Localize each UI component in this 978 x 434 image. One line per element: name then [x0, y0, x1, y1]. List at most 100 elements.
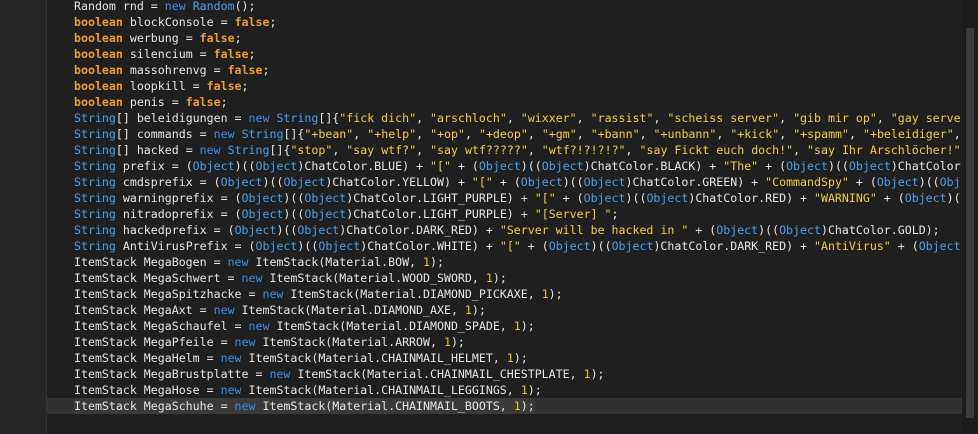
code-token: Object: [304, 191, 347, 205]
code-token: )ChatColor.GREEN) +: [625, 175, 766, 189]
code-token: "WARNING": [813, 191, 877, 205]
code-token: )((: [234, 159, 256, 173]
code-line[interactable]: 191String cmdsprefix = (Object)((Object)…: [46, 174, 962, 190]
code-token: Object: [255, 159, 298, 173]
code-line[interactable]: 201ItemStack MegaPfeile = new ItemStack(…: [46, 334, 962, 350]
line-text: String cmdsprefix = (Object)((Object)Cha…: [74, 174, 961, 190]
code-token: ItemStack MegaHelm =: [74, 351, 221, 365]
code-line[interactable]: 185boolean loopkill = false;: [46, 78, 962, 94]
code-line[interactable]: 192String warningprefix = (Object)((Obje…: [46, 190, 962, 206]
code-token: Object: [255, 239, 298, 253]
code-token: Object: [918, 239, 961, 253]
code-token: )((: [918, 175, 940, 189]
code-token: []{: [283, 127, 305, 141]
code-token: 1: [464, 303, 472, 317]
code-line[interactable]: 194String hackedprefix = (Object)((Objec…: [46, 222, 962, 238]
code-token: "CommandSpy": [765, 175, 849, 189]
code-token: );: [450, 335, 465, 349]
code-token: Object: [220, 175, 263, 189]
line-text: boolean massohrenvg = false;: [74, 62, 269, 78]
code-token: ItemStack MegaSchwert =: [74, 271, 242, 285]
code-line[interactable]: 181boolean blockConsole = false;: [46, 14, 962, 30]
line-text: ItemStack MegaPfeile = new ItemStack(Mat…: [74, 334, 465, 350]
code-token: new: [262, 287, 284, 301]
code-line[interactable]: 193String nitradoprefix = (Object)((Obje…: [46, 206, 962, 222]
code-line[interactable]: 202ItemStack MegaHelm = new ItemStack(Ma…: [46, 350, 962, 366]
code-token: )(: [946, 191, 961, 205]
code-token: penis =: [122, 95, 186, 109]
code-token: 1: [506, 351, 514, 365]
code-token: + (: [492, 175, 521, 189]
code-token: )ChatColor.LIGHT_PURPLE) +: [346, 207, 535, 221]
code-token: boolean: [74, 31, 123, 45]
code-line[interactable]: 180Random rnd = new Random();: [46, 0, 962, 14]
code-token: ItemStack MegaAxt =: [74, 303, 214, 317]
code-token: ItemStack(Material.DIAMOND_AXE,: [234, 303, 465, 317]
scrollbar-thumb[interactable]: [966, 28, 974, 418]
code-token: ,: [332, 143, 347, 157]
code-line[interactable]: 195String AntiVirusPrefix = (Object)((Ob…: [46, 238, 962, 254]
code-token: ItemStack(Material.ARROW,: [255, 335, 444, 349]
code-token: blockConsole =: [122, 15, 235, 29]
code-token: String: [74, 175, 116, 189]
code-token: hackedprefix = (: [115, 223, 235, 237]
code-token: "say Fickt euch doch!": [639, 143, 794, 157]
code-line[interactable]: 203ItemStack MegaBrustplatte = new ItemS…: [46, 366, 962, 382]
code-token: "stop": [290, 143, 333, 157]
line-text: String nitradoprefix = (Object)((Object)…: [74, 206, 619, 222]
code-line[interactable]: 205ItemStack MegaSchuhe = new ItemStack(…: [46, 398, 962, 414]
code-area[interactable]: 180Random rnd = new Random();181boolean …: [46, 0, 962, 434]
code-line[interactable]: 197ItemStack MegaSchwert = new ItemStack…: [46, 270, 962, 286]
line-text: ItemStack MegaBogen = new ItemStack(Mate…: [74, 254, 444, 270]
line-text: String prefix = (Object)((Object)ChatCol…: [74, 158, 961, 174]
code-line[interactable]: 186boolean penis = false;: [46, 94, 962, 110]
code-token: "say Ihr Arschlöcher!": [807, 143, 961, 157]
code-token: "[": [534, 191, 556, 205]
code-editor[interactable]: 180Random rnd = new Random();181boolean …: [0, 0, 978, 434]
code-token: );: [513, 351, 528, 365]
code-token: Object: [478, 159, 521, 173]
code-line[interactable]: 206: [46, 414, 962, 430]
code-line[interactable]: 200ItemStack MegaSchaufel = new ItemStac…: [46, 318, 962, 334]
code-token: Object: [304, 207, 347, 221]
code-token: nitradoprefix = (: [115, 207, 242, 221]
code-token: "+spamm": [793, 127, 850, 141]
code-token: "scheiss server": [667, 111, 780, 125]
code-token: boolean: [74, 63, 123, 77]
code-token: Object: [716, 223, 759, 237]
vertical-scrollbar[interactable]: [962, 0, 978, 434]
code-line[interactable]: 182boolean werbung = false;: [46, 30, 962, 46]
code-token: ,: [416, 111, 431, 125]
code-line[interactable]: 188String[] commands = new String[]{"+be…: [46, 126, 962, 142]
code-token: )((: [283, 207, 305, 221]
code-token: String: [74, 111, 116, 125]
code-token: String: [241, 127, 284, 141]
code-token: )((: [758, 223, 780, 237]
code-line[interactable]: 196ItemStack MegaBogen = new ItemStack(M…: [46, 254, 962, 270]
code-token: ;: [241, 79, 249, 93]
code-token: []{: [318, 111, 340, 125]
code-token: ,: [576, 111, 591, 125]
code-line[interactable]: 204ItemStack MegaHose = new ItemStack(Ma…: [46, 382, 962, 398]
code-line[interactable]: 184boolean massohrenvg = false;: [46, 62, 962, 78]
code-token: ,: [653, 111, 668, 125]
code-token: );: [471, 303, 486, 317]
code-token: ;: [269, 15, 277, 29]
code-line[interactable]: 183boolean silencium = false;: [46, 46, 962, 62]
code-line[interactable]: 189String[] hacked = new String[]{"stop"…: [46, 142, 962, 158]
code-token: new: [241, 271, 263, 285]
code-token: Object: [779, 223, 821, 237]
code-token: cmdsprefix = (: [115, 175, 221, 189]
code-token: "say wtf?????": [430, 143, 528, 157]
line-text: ItemStack MegaBrustplatte = new ItemStac…: [74, 366, 605, 382]
code-token: Object: [848, 159, 891, 173]
code-line[interactable]: 190String prefix = (Object)((Object)Chat…: [46, 158, 962, 174]
line-text: boolean penis = false;: [74, 94, 228, 110]
code-token: ItemStack(Material.CHAINMAIL_BOOTS,: [255, 399, 514, 413]
code-line[interactable]: 199ItemStack MegaAxt = new ItemStack(Mat…: [46, 302, 962, 318]
code-token: )((: [625, 191, 647, 205]
code-token: ItemStack MegaBogen =: [74, 255, 228, 269]
code-line[interactable]: 198ItemStack MegaSpitzhacke = new ItemSt…: [46, 286, 962, 302]
code-line[interactable]: 187String[] beleidigungen = new String[]…: [46, 110, 962, 126]
